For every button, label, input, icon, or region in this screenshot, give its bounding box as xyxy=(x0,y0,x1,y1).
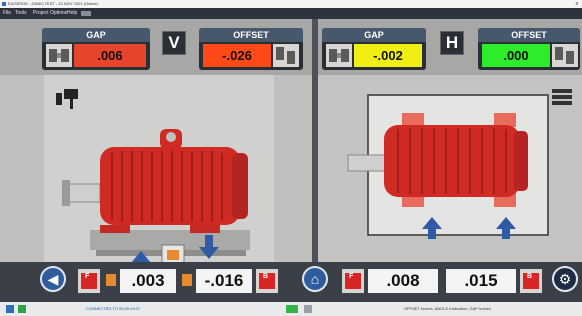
vertical-gap-title: GAP xyxy=(42,28,150,42)
offset-coupling-icon xyxy=(273,44,299,67)
vertical-motor-scene xyxy=(0,75,312,290)
shim-icon xyxy=(180,270,194,290)
horizontal-offset-box: OFFSET .000 xyxy=(478,28,580,70)
status-bar: CONNECTED TO 08:39:19:07 OFFSET Inches, … xyxy=(0,302,582,316)
bottom-bar: ◀ F .003 -.016 B ⌂ F .008 .015 B ⚙ xyxy=(0,262,582,302)
app-icon xyxy=(2,2,6,6)
front-value: .003 xyxy=(120,269,176,293)
menu-file[interactable]: File xyxy=(3,8,11,19)
connection-status: CONNECTED TO 08:39:19:07 xyxy=(86,306,141,311)
settings-button[interactable]: ⚙ xyxy=(552,266,578,292)
back-button[interactable]: ◀ xyxy=(40,266,66,292)
vertical-motor-illustration xyxy=(0,75,312,290)
horizontal-offset-value: .000 xyxy=(482,44,550,67)
settings-icon: ⚙ xyxy=(558,271,572,287)
back-foot-label: B xyxy=(527,273,533,280)
menu-tools[interactable]: Tools xyxy=(15,8,27,19)
front-foot-badge: F xyxy=(78,269,100,293)
menu-help[interactable]: Help xyxy=(67,8,77,19)
front-foot-label: F xyxy=(349,273,354,280)
horizontal-gap-box: GAP -.002 xyxy=(322,28,426,70)
back-arrow-icon: ◀ xyxy=(47,271,59,287)
front-foot-badge: F xyxy=(342,269,364,293)
back-foot-label: B xyxy=(263,273,269,280)
home-button[interactable]: ⌂ xyxy=(302,266,328,292)
back-foot-badge: B xyxy=(256,269,278,293)
menu-bar: File Tools Project Options Help xyxy=(0,8,582,19)
shim-icon xyxy=(104,270,118,290)
horizontal-motor-illustration xyxy=(318,75,582,290)
app-taskbar-icon[interactable] xyxy=(18,305,26,313)
home-icon: ⌂ xyxy=(310,271,320,287)
windows-start-icon[interactable] xyxy=(6,305,14,313)
menu-stack-icon xyxy=(552,89,572,105)
cloud-icon xyxy=(304,305,312,313)
title-bar: EDGEROK - DEMO TEST - 23 NOV 2021 (Onlin… xyxy=(0,0,582,8)
horizontal-letter: H xyxy=(440,31,464,55)
vertical-offset-box: OFFSET -.026 xyxy=(199,28,303,70)
vertical-letter: V xyxy=(162,31,186,55)
horizontal-gap-value: -.002 xyxy=(354,44,422,67)
front-value: .008 xyxy=(368,269,438,293)
gap-coupling-icon xyxy=(326,44,352,67)
window-title: EDGEROK - DEMO TEST - 23 NOV 2021 (Onlin… xyxy=(8,1,98,6)
vertical-offset-title: OFFSET xyxy=(199,28,303,42)
back-foot-badge: B xyxy=(520,269,542,293)
units-status: OFFSET Inches, ANGLE Inclination, GAP In… xyxy=(404,306,491,311)
horizontal-gap-title: GAP xyxy=(322,28,426,42)
menu-extra-icon[interactable] xyxy=(81,11,91,16)
vertical-header: GAP .006 V OFFSET -.026 xyxy=(0,19,312,75)
battery-icon xyxy=(286,305,298,313)
horizontal-offset-title: OFFSET xyxy=(478,28,580,42)
offset-coupling-icon xyxy=(552,44,578,67)
back-value: -.016 xyxy=(196,269,252,293)
horizontal-pane: GAP -.002 H OFFSET .000 xyxy=(318,19,582,290)
menu-project-options[interactable]: Project Options xyxy=(33,8,67,19)
vertical-gap-value: .006 xyxy=(74,44,146,67)
gap-coupling-icon xyxy=(46,44,72,67)
vertical-pane: GAP .006 V OFFSET -.026 xyxy=(0,19,312,290)
close-window-button[interactable]: x xyxy=(576,0,579,8)
main-area: GAP .006 V OFFSET -.026 GAP -.002 H OFFS… xyxy=(0,19,582,290)
horizontal-motor-scene xyxy=(318,75,582,290)
back-value: .015 xyxy=(446,269,516,293)
vertical-offset-value: -.026 xyxy=(203,44,271,67)
front-foot-label: F xyxy=(85,273,90,280)
vertical-gap-box: GAP .006 xyxy=(42,28,150,70)
horizontal-header: GAP -.002 H OFFSET .000 xyxy=(318,19,582,75)
